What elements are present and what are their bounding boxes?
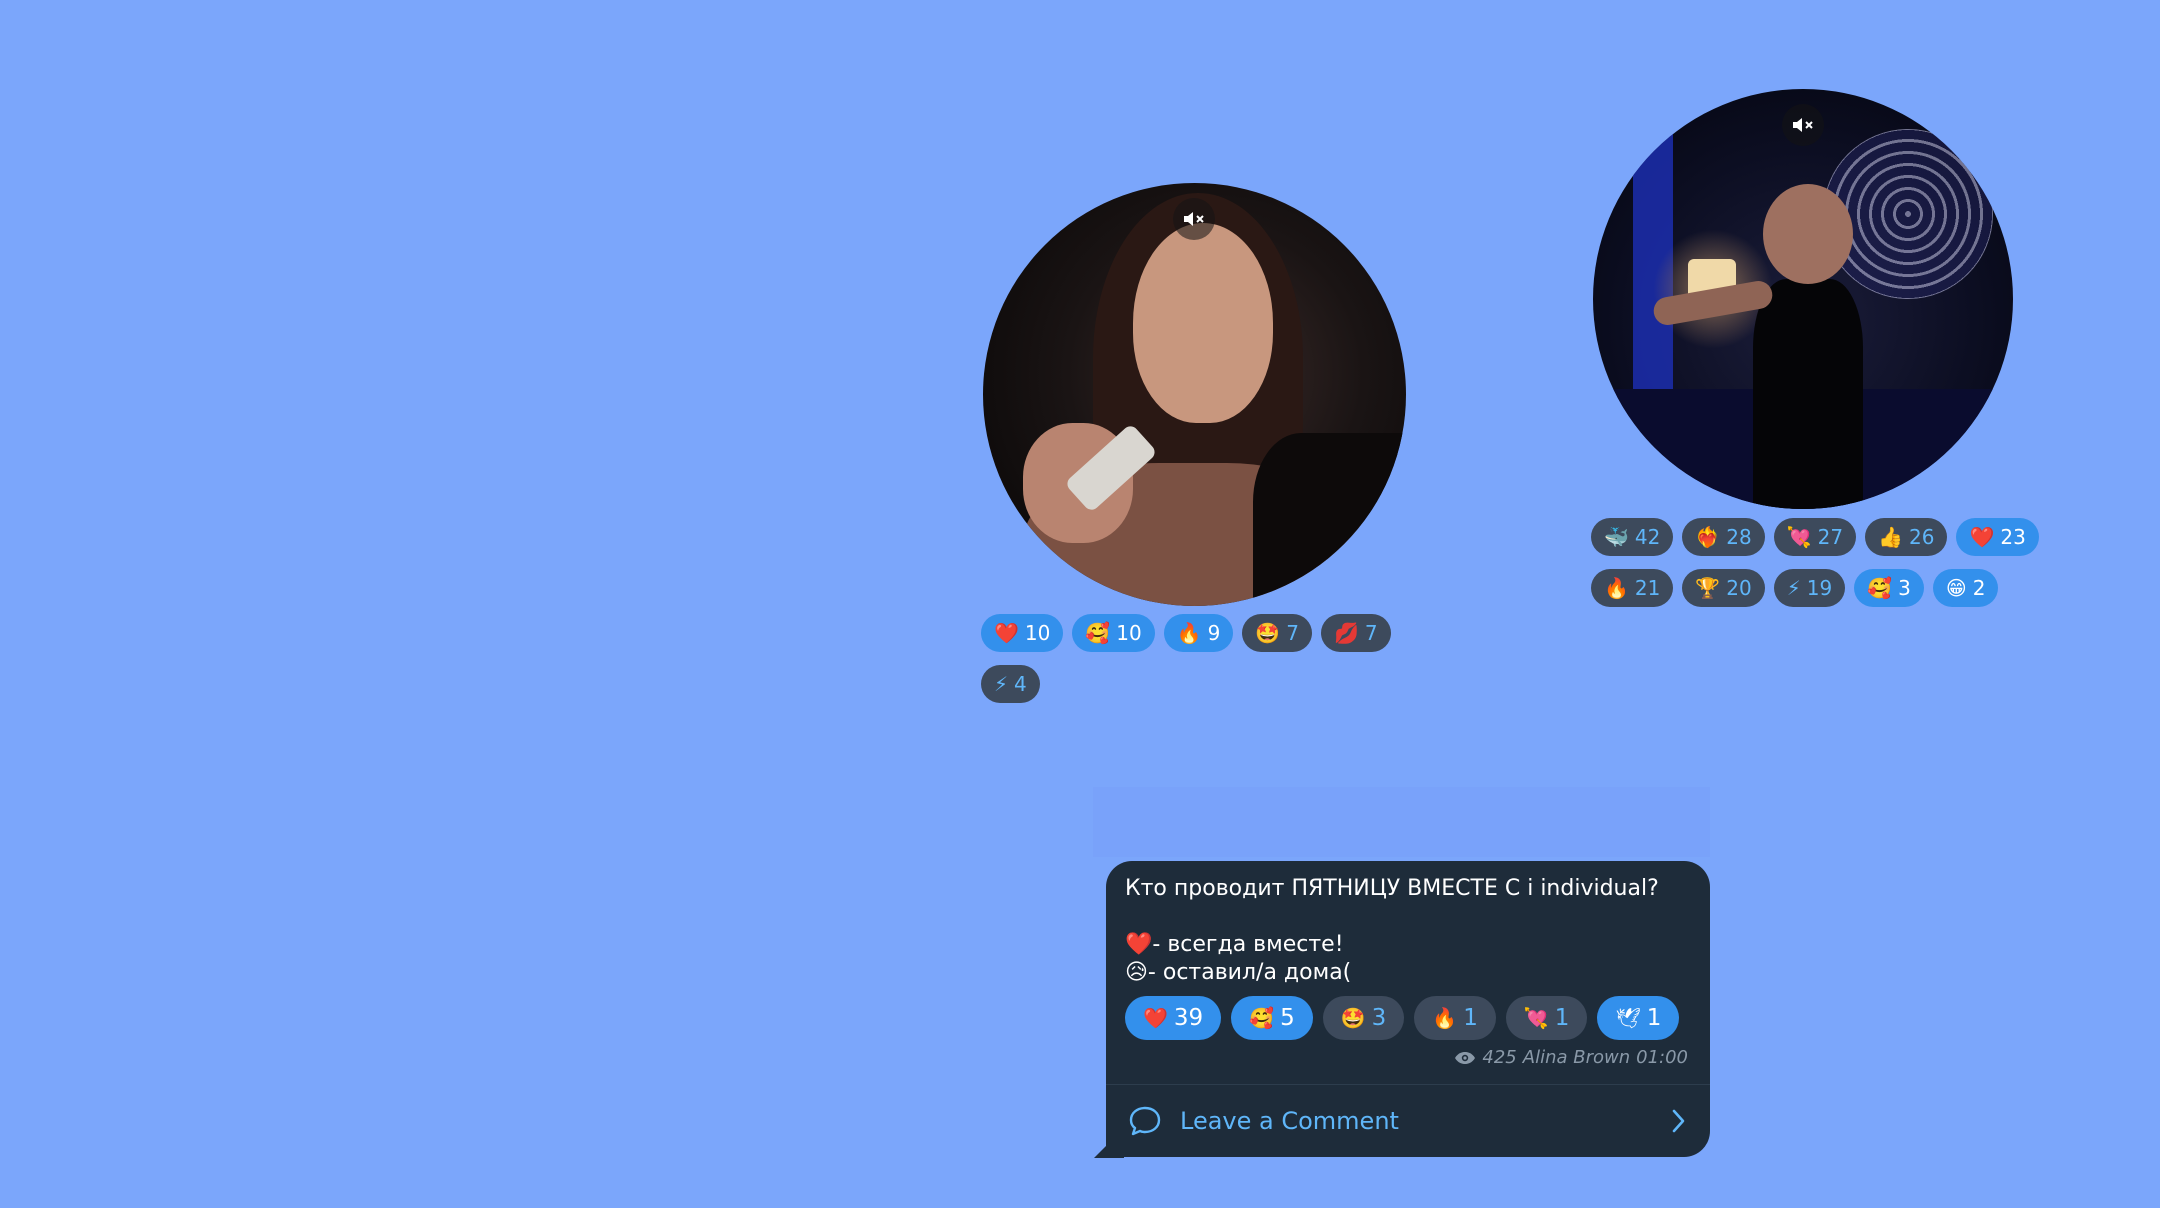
reaction-pill[interactable]: 💘 27: [1773, 518, 1857, 556]
channel-post-bubble: Кто проводит ПЯТНИЦУ ВМЕСТЕ С i individu…: [1106, 861, 1710, 1157]
post-meta: 425 Alina Brown 01:00: [1454, 1047, 1688, 1068]
reaction-emoji: 🔥: [1604, 576, 1629, 600]
reaction-pill[interactable]: ⚡ 19: [1773, 569, 1846, 607]
reaction-emoji: 🔥: [1432, 1006, 1458, 1030]
reaction-count: 42: [1634, 525, 1661, 549]
reactions-bar: 🐳 42 ❤️‍🔥 28 💘 27 👍 26 ❤️ 23 🔥 21 🏆 20 ⚡ 19 🥰 3 😁 2: [1591, 518, 2061, 607]
reaction-emoji: 💘: [1786, 525, 1812, 549]
reaction-pill[interactable]: 🐳 42: [1591, 518, 1674, 556]
reaction-count: 3: [1898, 576, 1911, 600]
reaction-count: 10: [1116, 621, 1142, 645]
reaction-emoji: 🤩: [1340, 1006, 1366, 1030]
reaction-count: 10: [1024, 621, 1051, 645]
speaker-muted-icon: [1793, 118, 1813, 132]
reaction-count: 4: [1014, 672, 1027, 696]
video-scene: [1753, 279, 1863, 509]
reaction-emoji: 💋: [1334, 621, 1359, 645]
reaction-count: 9: [1207, 621, 1221, 645]
reaction-count: 7: [1364, 621, 1378, 645]
reaction-pill[interactable]: 💘 1: [1505, 996, 1588, 1040]
round-video-message-2[interactable]: [1593, 89, 2013, 509]
reaction-count: 20: [1726, 576, 1752, 600]
reaction-emoji: 🥰: [1867, 576, 1893, 600]
speaker-muted-icon[interactable]: [1173, 198, 1215, 240]
reaction-emoji: 🥰: [1085, 621, 1111, 645]
reaction-emoji: 💘: [1523, 1006, 1549, 1030]
speaker-muted-icon[interactable]: [1782, 104, 1824, 146]
reaction-pill[interactable]: ❤️ 10: [981, 614, 1064, 652]
reaction-count: 2: [1972, 576, 1986, 600]
reaction-emoji: ⚡: [1786, 576, 1801, 600]
reaction-count: 39: [1173, 1005, 1204, 1031]
reaction-emoji: 🔥: [1176, 621, 1202, 645]
reaction-count: 5: [1280, 1005, 1295, 1031]
eye-icon: [1455, 1051, 1476, 1064]
reaction-emoji: 😁: [1945, 576, 1967, 600]
reaction-count: 27: [1817, 525, 1844, 549]
reaction-emoji: 🐳: [1604, 525, 1629, 549]
reaction-count: 1: [1646, 1005, 1662, 1031]
reaction-emoji: 🥰: [1249, 1006, 1275, 1030]
reaction-pill[interactable]: 🏆 20: [1682, 569, 1765, 607]
reaction-count: 3: [1371, 1005, 1387, 1031]
post-text: Кто проводит ПЯТНИЦУ ВМЕСТЕ С i individu…: [1125, 876, 1659, 985]
speaker-muted-icon: [1184, 212, 1204, 226]
reaction-pill[interactable]: 🔥 21: [1591, 569, 1674, 607]
reaction-pill[interactable]: 💋 7: [1321, 614, 1391, 652]
reaction-pill[interactable]: 🥰 10: [1072, 614, 1155, 652]
post-time: 01:00: [1636, 1047, 1688, 1068]
reaction-emoji: 🤩: [1255, 621, 1281, 645]
reaction-count: 1: [1463, 1005, 1478, 1031]
reaction-count: 28: [1726, 525, 1752, 549]
leave-comment-label: Leave a Comment: [1180, 1107, 1399, 1135]
reaction-pill[interactable]: 🥰 3: [1854, 569, 1924, 607]
reaction-emoji: 🏆: [1695, 576, 1721, 600]
reaction-pill[interactable]: 🥰 5: [1231, 996, 1313, 1040]
reaction-count: 7: [1286, 621, 1299, 645]
reaction-pill[interactable]: 🤩 3: [1322, 996, 1405, 1040]
message-highlight: [1093, 787, 1710, 857]
reaction-count: 21: [1634, 576, 1661, 600]
reaction-emoji: ❤️: [1143, 1006, 1168, 1030]
reaction-emoji: ❤️‍🔥: [1695, 525, 1721, 549]
reaction-pill[interactable]: 🔥 9: [1163, 614, 1234, 652]
reaction-pill[interactable]: 🕊 1: [1597, 996, 1680, 1040]
views-count: 425: [1482, 1047, 1517, 1068]
reaction-count: 1: [1554, 1005, 1570, 1031]
reaction-pill[interactable]: ❤️‍🔥 28: [1682, 518, 1765, 556]
post-author: Alina Brown: [1522, 1047, 1631, 1068]
reaction-pill[interactable]: 🔥 1: [1414, 996, 1496, 1040]
reaction-emoji: ⚡: [994, 672, 1009, 696]
round-video-message-1[interactable]: [983, 183, 1406, 606]
reaction-pill[interactable]: 🤩 7: [1242, 614, 1312, 652]
reaction-pill[interactable]: 😁 2: [1932, 569, 1999, 607]
reaction-emoji: 👍: [1878, 525, 1903, 549]
reaction-count: 23: [2000, 525, 2026, 549]
chevron-right-icon: [1672, 1109, 1685, 1133]
leave-comment-button[interactable]: Leave a Comment: [1106, 1085, 1710, 1157]
reactions-bar: ❤️ 10 🥰 10 🔥 9 🤩 7 💋 7 ⚡ 4: [981, 614, 1421, 703]
reaction-pill[interactable]: 👍 26: [1865, 518, 1948, 556]
reaction-pill[interactable]: ❤️ 39: [1125, 996, 1222, 1040]
video-scene: [1253, 433, 1406, 606]
video-scene: [1133, 223, 1273, 423]
comment-bubble-icon: [1129, 1106, 1161, 1136]
reaction-emoji: ❤️: [1969, 525, 1995, 549]
reaction-pill[interactable]: ❤️ 23: [1956, 518, 2039, 556]
reaction-count: 19: [1806, 576, 1833, 600]
reaction-emoji: 🕊: [1615, 1006, 1641, 1030]
video-scene: [1763, 184, 1853, 284]
reaction-count: 26: [1908, 525, 1935, 549]
post-reactions: ❤️ 39 🥰 5 🤩 3 🔥 1 💘 1 🕊 1: [1125, 996, 1680, 1040]
reaction-emoji: ❤️: [994, 621, 1019, 645]
reaction-pill[interactable]: ⚡ 4: [981, 665, 1040, 703]
